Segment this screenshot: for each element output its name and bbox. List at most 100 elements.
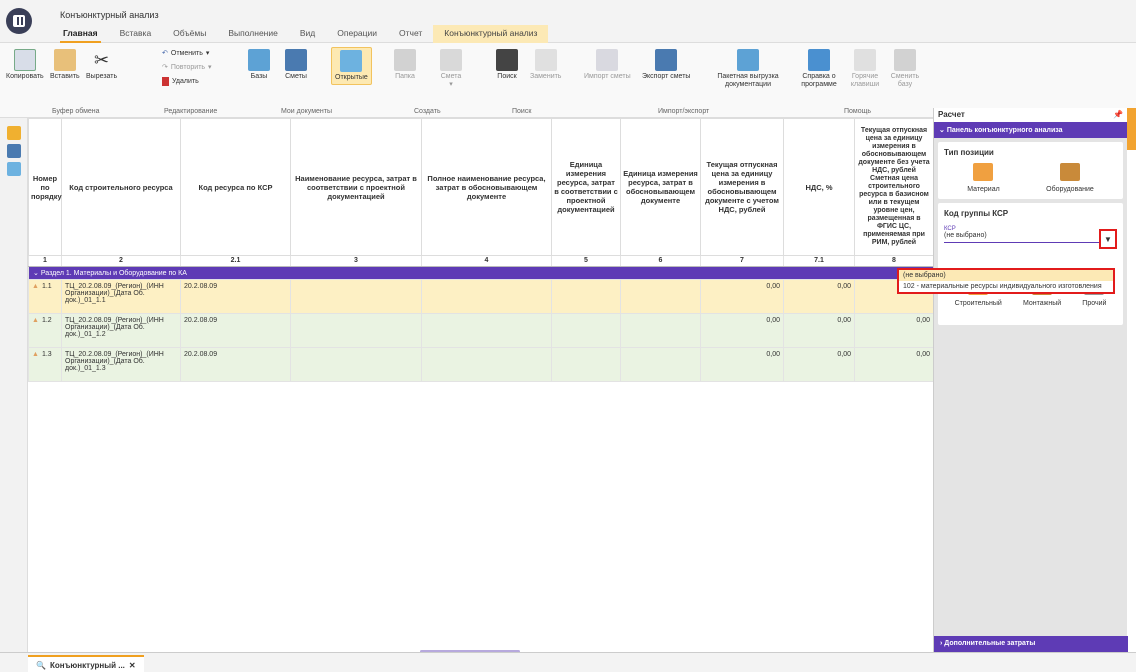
batch-export-button[interactable]: Пакетная выгрузка документации [708,49,788,89]
folder-button[interactable]: Папка [394,49,416,81]
analysis-panel: Расчет 📌 ⌄ Панель конъюнктурного анализа … [933,108,1128,652]
col-header-price-vat[interactable]: Текущая отпускная цена за единицу измере… [700,118,784,256]
folder-icon [394,49,416,71]
col-header-code[interactable]: Код строительного ресурса [61,118,181,256]
export-button[interactable]: Экспорт сметы [642,49,690,81]
row-fullname[interactable] [421,279,552,314]
tab-volumes[interactable]: Объёмы [162,25,217,43]
row-ksr[interactable]: 20.2.08.09 [180,347,291,382]
change-base-button[interactable]: Сменить базу [888,49,922,89]
row-price[interactable]: 0,00 [700,313,784,348]
col-header-number[interactable]: Номер по порядку [28,118,62,256]
row-code[interactable]: ТЦ_20.2.08.09_(Регион)_(ИНН Организации)… [61,313,181,348]
app-logo-icon[interactable] [6,8,32,34]
row-price-novat[interactable]: 0,00 [854,347,933,382]
row-name[interactable] [290,347,422,382]
col-header-fullname[interactable]: Полное наименование ресурса, затрат в об… [421,118,552,256]
row-fullname[interactable] [421,347,552,382]
row-vat[interactable]: 0,00 [783,279,855,314]
other-label: Прочий [1082,300,1107,307]
table-row[interactable]: ▲ 1.1 ТЦ_20.2.08.09_(Регион)_(ИНН Организ… [28,279,933,314]
warning-icon: ▲ [32,317,39,324]
undo-button[interactable]: ↶ Отменить ▾ [162,49,209,58]
tab-view[interactable]: Вид [289,25,326,43]
tab-market-analysis[interactable]: Конъюнктурный анализ [433,25,549,43]
row-unit-doc[interactable] [620,279,701,314]
batch-export-icon [737,49,759,71]
col-number: 7 [700,255,784,267]
row-price[interactable]: 0,00 [700,347,784,382]
row-ksr[interactable]: 20.2.08.09 [180,313,291,348]
dropdown-option[interactable]: 102 - материальные ресурсы индивидуально… [899,281,1113,292]
col-header-vat[interactable]: НДС, % [783,118,855,256]
equipment-label: Оборудование [1046,186,1094,193]
document-tab[interactable]: 🔍 Конъюнктурный ... ✕ [28,655,144,672]
row-ksr[interactable]: 20.2.08.09 [180,279,291,314]
dropdown-toggle-button[interactable]: ▼ [1099,229,1117,249]
dropdown-option[interactable]: (не выбрано) [899,270,1113,281]
col-header-name[interactable]: Наименование ресурса, затрат в соответст… [290,118,422,256]
copy-button[interactable]: Копировать [6,49,44,81]
material-option[interactable]: Материал [967,163,1000,193]
row-code[interactable]: ТЦ_20.2.08.09_(Регион)_(ИНН Организации)… [61,279,181,314]
row-vat[interactable]: 0,00 [783,347,855,382]
side-vertical-tab[interactable] [1127,108,1136,150]
paste-button[interactable]: Вставить [50,49,80,81]
bases-button[interactable]: Базы [248,49,270,81]
row-vat[interactable]: 0,00 [783,313,855,348]
estimate-create-button[interactable]: Смета ▾ [440,49,462,89]
about-button[interactable]: Справка о программе [801,49,837,89]
tab-main[interactable]: Главная [52,25,109,43]
panel-header[interactable]: ⌄ Панель конъюнктурного анализа [934,122,1127,138]
row-unit[interactable] [551,313,621,348]
row-unit[interactable] [551,347,621,382]
tab-report[interactable]: Отчет [388,25,433,43]
row-unit-doc[interactable] [620,313,701,348]
table-row[interactable]: ▲ 1.2 ТЦ_20.2.08.09_(Регион)_(ИНН Организ… [28,313,933,348]
chevron-down-icon: ▼ [1104,234,1112,244]
close-icon[interactable]: ✕ [129,661,136,670]
row-price[interactable]: 0,00 [700,279,784,314]
row-fullname[interactable] [421,313,552,348]
tab-execution[interactable]: Выполнение [217,25,288,43]
delete-button[interactable]: Удалить [162,77,199,86]
replace-button[interactable]: Заменить [530,49,561,81]
table-row[interactable]: ▲ 1.3 ТЦ_20.2.08.09_(Регион)_(ИНН Организ… [28,347,933,382]
row-code[interactable]: ТЦ_20.2.08.09_(Регион)_(ИНН Организации)… [61,347,181,382]
row-price-novat[interactable]: 0,00 [854,313,933,348]
opened-side-icon[interactable] [7,162,21,176]
bases-side-icon[interactable] [7,126,21,140]
import-button[interactable]: Импорт сметы [584,49,631,81]
row-name[interactable] [290,313,422,348]
col-number: 8 [854,255,933,267]
position-type-title: Тип позиции [944,148,994,157]
equipment-option[interactable]: Оборудование [1046,163,1094,193]
col-header-unit-doc[interactable]: Единица измерения ресурса, затрат в обос… [620,118,701,256]
row-name[interactable] [290,279,422,314]
cut-button[interactable]: ✂ Вырезать [86,49,117,81]
hotkeys-button[interactable]: Горячие клавиши [848,49,882,89]
pin-icon[interactable]: 📌 [1113,110,1123,120]
tab-insert[interactable]: Вставка [109,25,163,43]
ksr-select[interactable]: КСР (не выбрано) [944,224,1117,243]
clipboard-group-label: Буфер обмена [52,108,100,115]
section-row[interactable]: ⌄ Раздел 1. Материалы и Оборудование по … [28,266,933,280]
document-tab-label: Конъюнктурный ... [49,660,125,670]
additional-costs-header[interactable]: › Дополнительные затраты [934,636,1128,652]
redo-icon: ↷ [162,64,168,71]
search-button[interactable]: Поиск [496,49,518,81]
estimates-button[interactable]: Сметы [285,49,307,81]
tab-operations[interactable]: Операции [326,25,388,43]
column-number-row: 1 2 2.1 3 4 5 6 7 7.1 8 [28,255,933,267]
row-unit[interactable] [551,279,621,314]
redo-button[interactable]: ↷ Повторить ▾ [162,63,212,72]
chevron-down-icon[interactable]: ⌄ [33,270,41,277]
estimates-side-icon[interactable] [7,144,21,158]
col-number: 4 [421,255,552,267]
col-header-price-novat[interactable]: Текущая отпускная цена за единицу измере… [854,118,933,256]
row-unit-doc[interactable] [620,347,701,382]
opened-button[interactable]: Открытые [331,47,372,85]
panel-title: Расчет [938,110,965,119]
col-header-ksr[interactable]: Код ресурса по КСР [180,118,291,256]
col-header-unit[interactable]: Единица измерения ресурса, затрат в соот… [551,118,621,256]
